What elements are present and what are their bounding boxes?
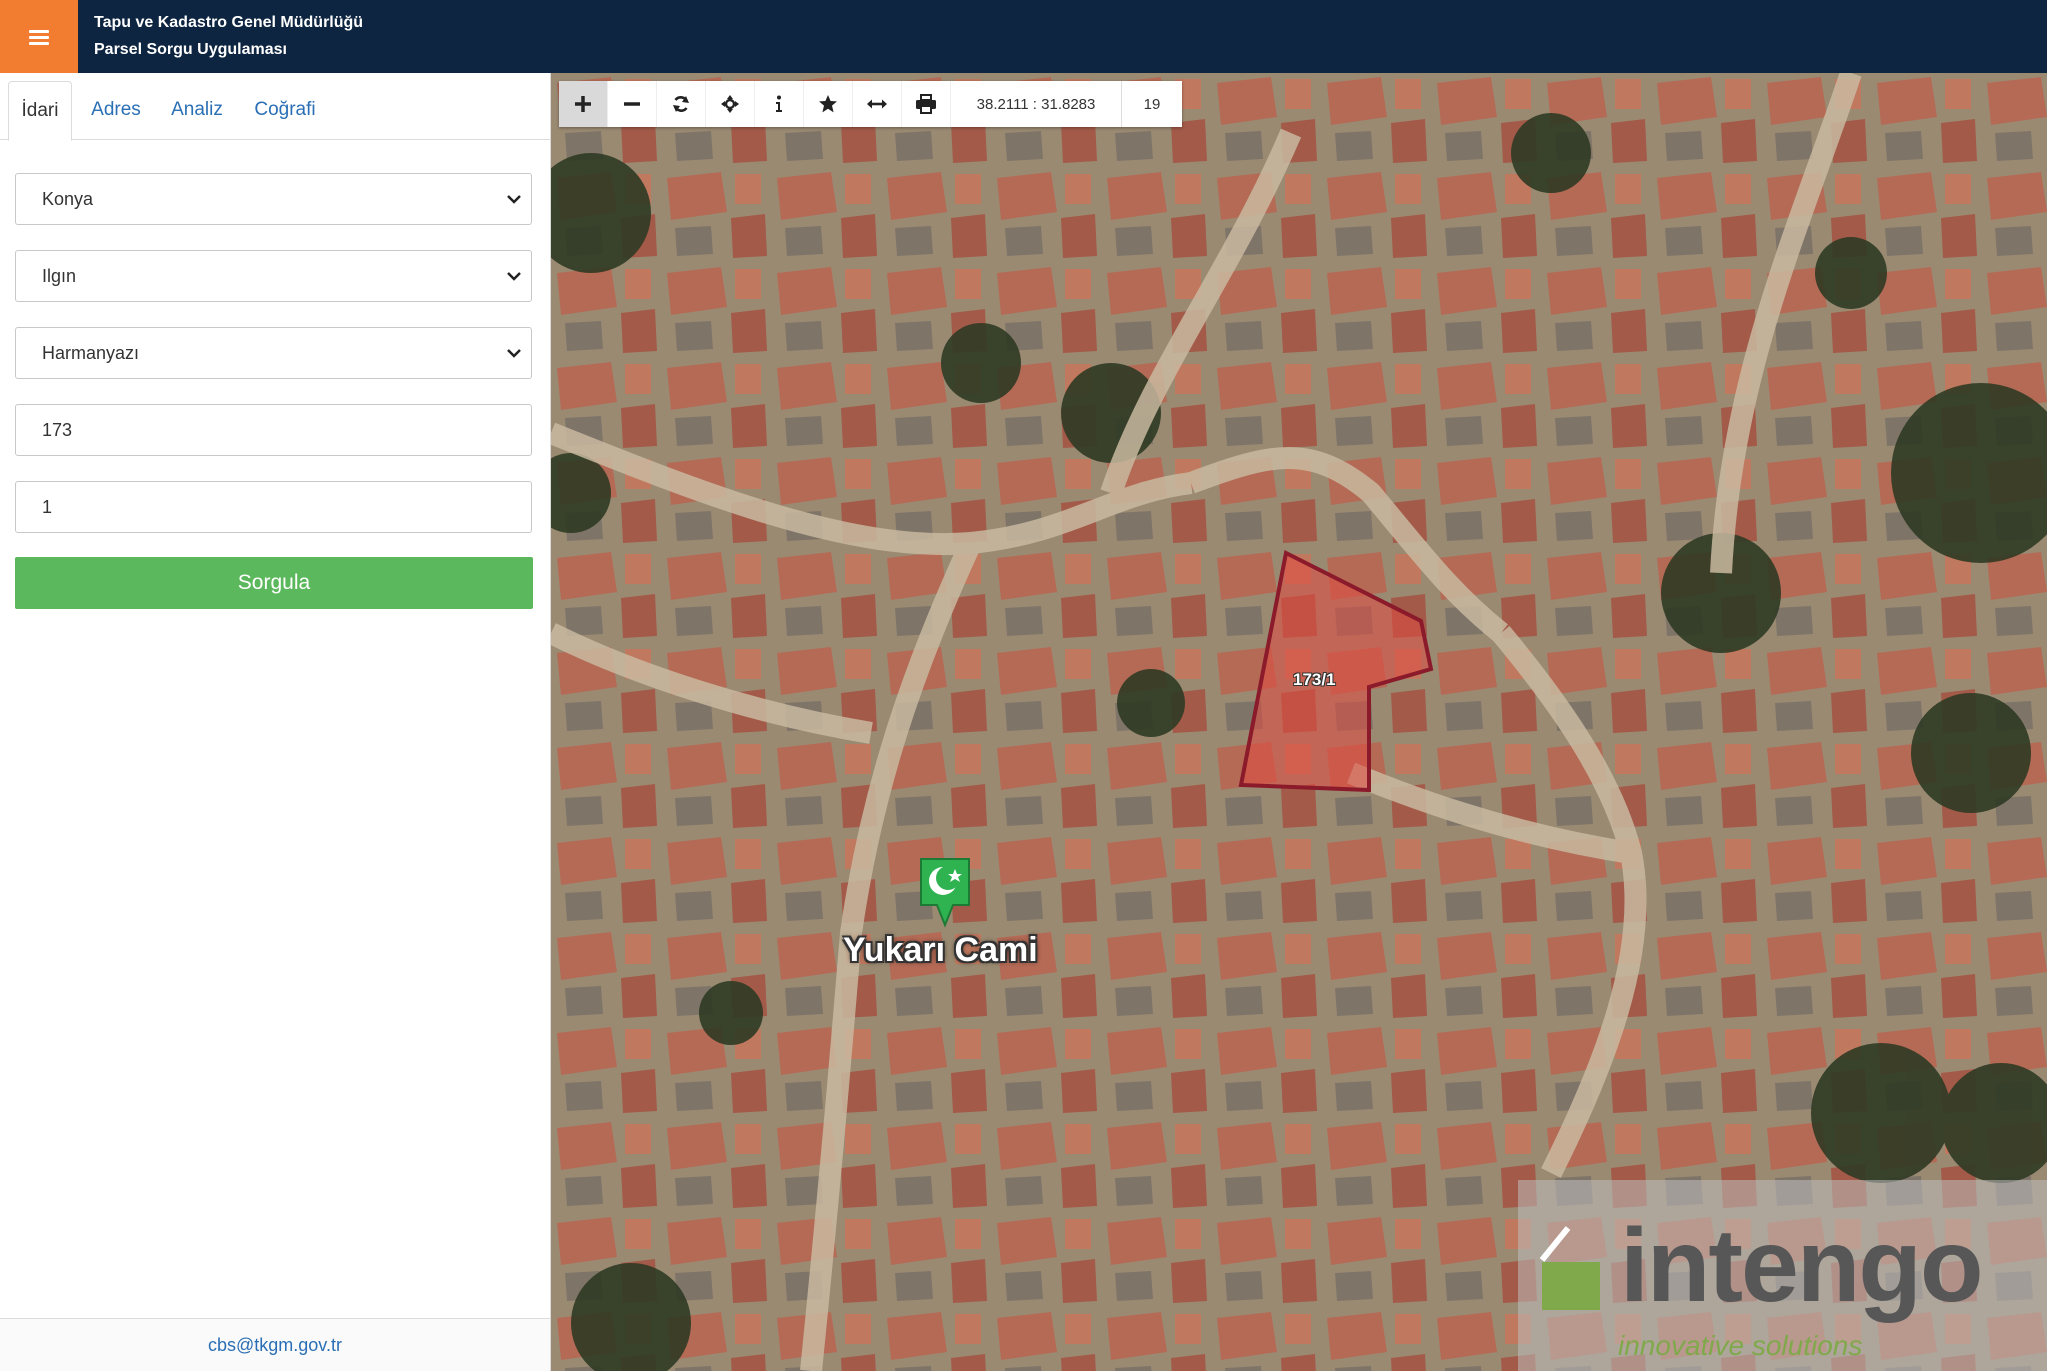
logo-mark-icon [1539, 1226, 1600, 1310]
logo-wordmark: intengo [1620, 1208, 1983, 1324]
parcel-boundary[interactable] [1238, 550, 1434, 793]
poi-label: Yukarı Cami [843, 931, 1038, 969]
logo-tagline: innovative solutions [1618, 1330, 1863, 1361]
query-sidebar: İdari Adres Analiz Coğrafi Konya Ilgın H… [0, 73, 551, 1371]
zoom-in-button[interactable] [559, 81, 608, 127]
measure-button[interactable] [853, 81, 902, 127]
district-select[interactable]: Ilgın [15, 250, 532, 302]
province-select[interactable]: Konya [15, 173, 532, 225]
app-subtitle: Parsel Sorgu Uygulaması [94, 41, 287, 58]
map-view[interactable]: 173/1 Yukarı Cami intengo innovative sol… [551, 73, 2047, 1371]
refresh-button[interactable] [657, 81, 706, 127]
block-number-value: 173 [42, 419, 73, 440]
zoom-out-icon [624, 102, 640, 106]
app-header: Tapu ve Kadastro Genel Müdürlüğü Parsel … [0, 0, 2047, 73]
print-icon [916, 94, 936, 114]
contact-email-link[interactable]: cbs@tkgm.gov.tr [208, 1335, 342, 1356]
province-value: Konya [42, 188, 94, 209]
menu-button[interactable] [0, 0, 78, 73]
star-icon [819, 95, 837, 113]
block-number-input[interactable]: 173 [15, 404, 532, 456]
move-icon [721, 95, 739, 113]
sidebar-footer: cbs@tkgm.gov.tr [0, 1318, 550, 1371]
map-toolbar: 38.2111 : 31.8283 19 [559, 81, 1182, 127]
zoom-out-button[interactable] [608, 81, 657, 127]
query-button[interactable]: Sorgula [15, 557, 533, 609]
hamburger-icon [29, 29, 49, 45]
tab-cografi[interactable]: Coğrafi [244, 81, 326, 139]
favorite-button[interactable] [804, 81, 853, 127]
zoom-level: 19 [1143, 95, 1161, 113]
chevron-down-icon [507, 349, 521, 358]
neighborhood-select[interactable]: Harmanyazı [15, 327, 532, 379]
chevron-down-icon [507, 272, 521, 281]
tab-adres[interactable]: Adres [80, 81, 152, 139]
refresh-icon [673, 96, 689, 112]
neighborhood-value: Harmanyazı [42, 342, 140, 363]
watermark-logo: intengo innovative solutions [1518, 1180, 2047, 1371]
parcel-label: 173/1 [1293, 670, 1336, 689]
mosque-marker-icon[interactable] [917, 855, 973, 931]
chevron-down-icon [507, 195, 521, 204]
parcel-number-value: 1 [42, 496, 53, 517]
print-button[interactable] [902, 81, 951, 127]
coordinate-readout: 38.2111 : 31.8283 [951, 81, 1122, 127]
org-name: Tapu ve Kadastro Genel Müdürlüğü [94, 14, 364, 31]
zoom-in-icon [575, 96, 591, 112]
parcel-overlay [1238, 550, 1434, 793]
measure-icon [867, 99, 887, 109]
app-title: Tapu ve Kadastro Genel Müdürlüğü Parsel … [94, 9, 363, 63]
district-value: Ilgın [42, 265, 77, 286]
info-button[interactable] [755, 81, 804, 127]
tab-bar: İdari Adres Analiz Coğrafi [0, 73, 550, 141]
pan-button[interactable] [706, 81, 755, 127]
info-icon [776, 95, 782, 112]
tab-idari[interactable]: İdari [8, 81, 72, 141]
parcel-number-input[interactable]: 1 [15, 481, 532, 533]
tab-analiz[interactable]: Analiz [162, 81, 232, 139]
